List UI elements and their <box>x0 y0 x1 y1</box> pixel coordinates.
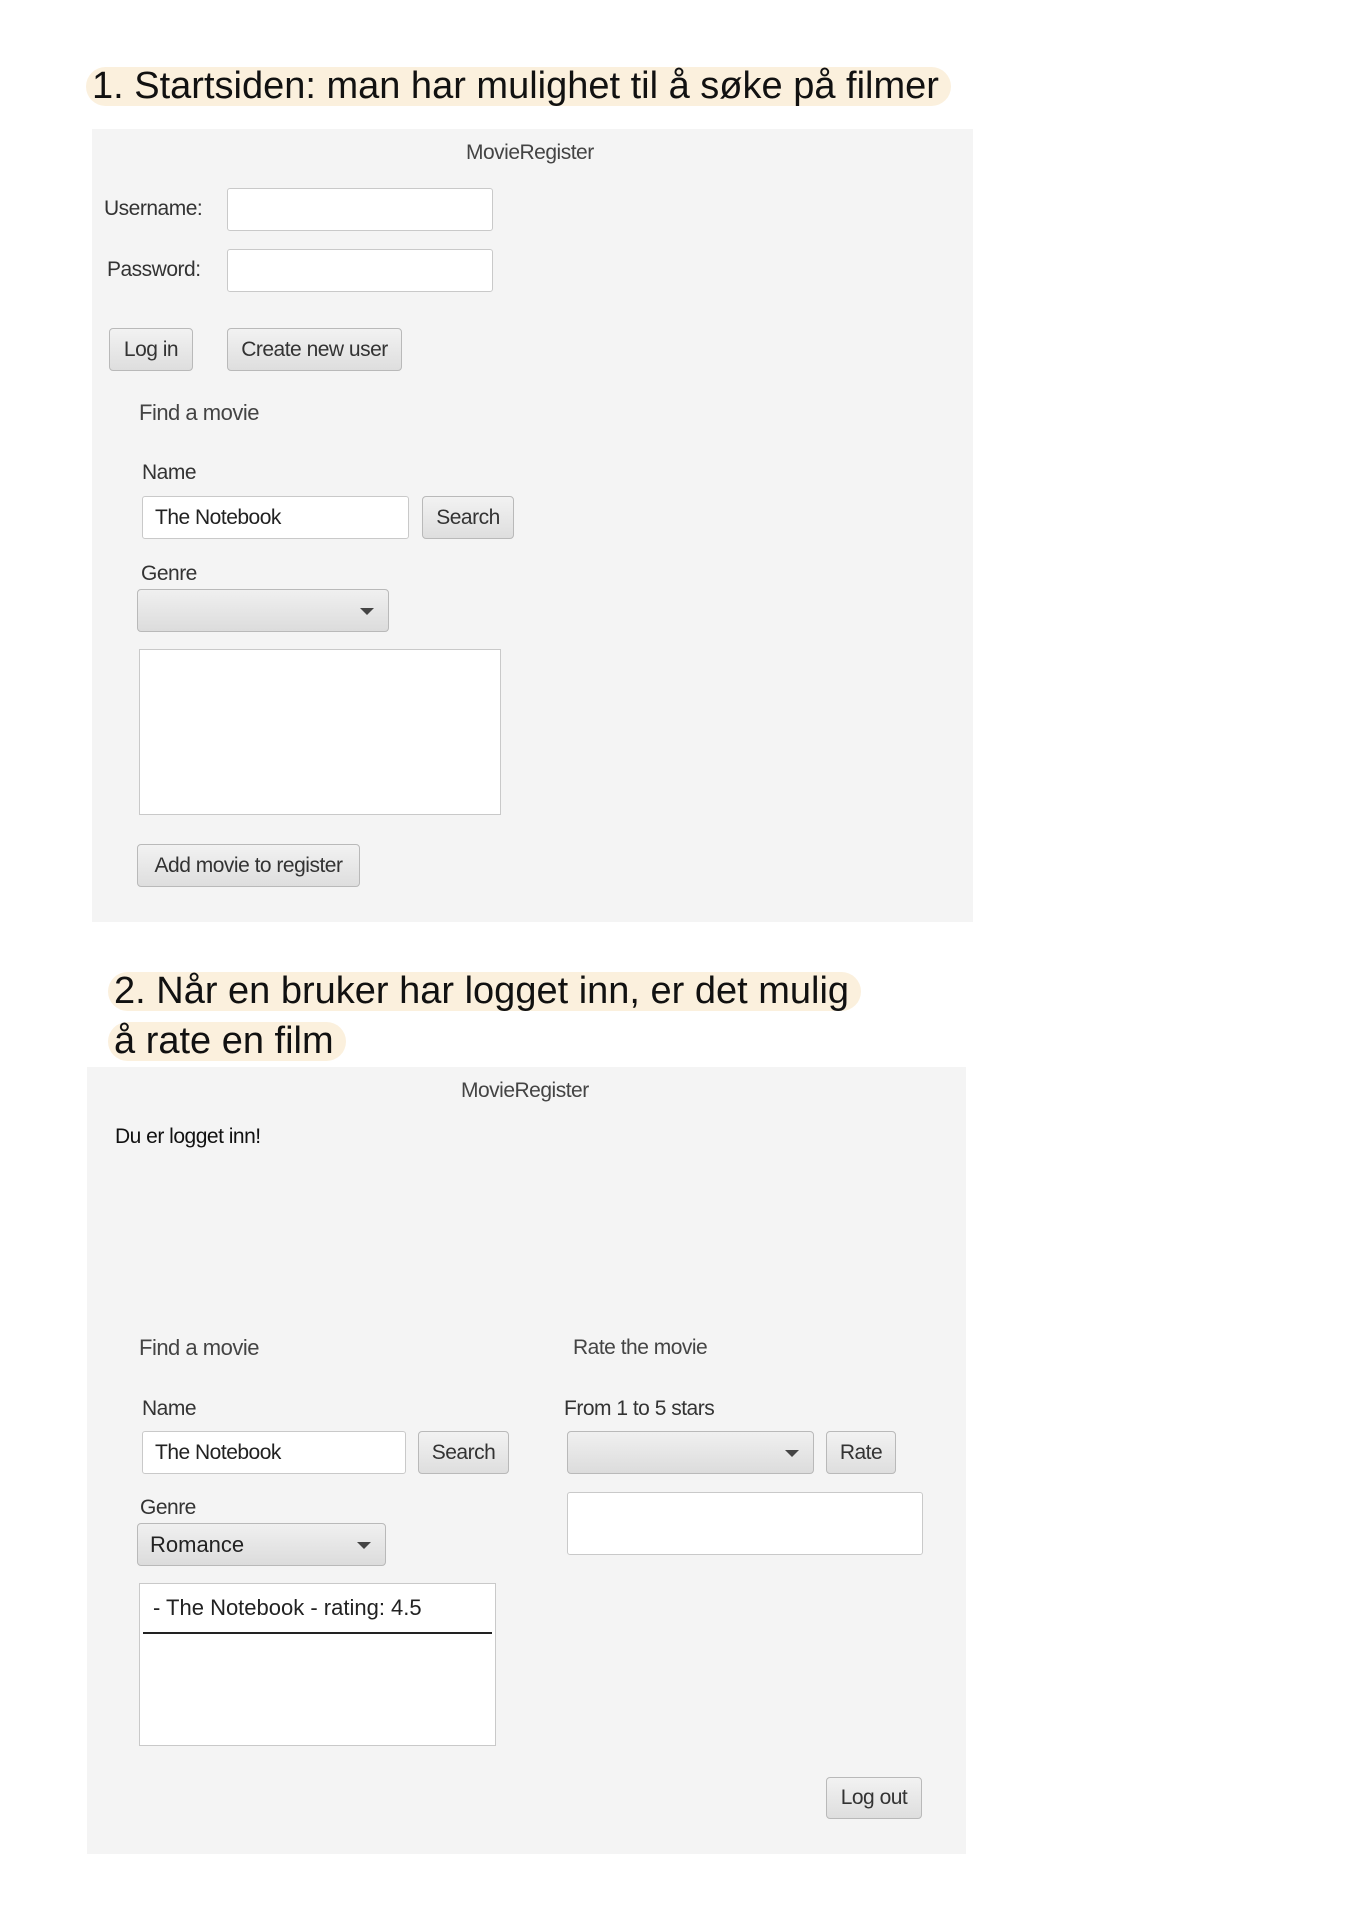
find-movie-title: Find a movie <box>139 1335 259 1360</box>
login-status-message: Du er logget inn! <box>115 1125 261 1148</box>
chevron-down-icon <box>360 607 374 615</box>
name-input[interactable]: The Notebook <box>142 1431 406 1474</box>
start-page-window: MovieRegister Username: Password: Log in… <box>92 129 973 922</box>
stars-dropdown[interactable] <box>567 1431 814 1474</box>
username-label: Username: <box>104 197 203 220</box>
stars-label: From 1 to 5 stars <box>564 1397 715 1420</box>
name-label: Name <box>142 1397 197 1420</box>
create-user-button[interactable]: Create new user <box>227 328 402 371</box>
window-title: MovieRegister <box>461 1079 589 1102</box>
genre-dropdown[interactable]: Romance <box>137 1523 386 1566</box>
name-input[interactable]: The Notebook <box>142 496 409 539</box>
results-list[interactable]: - The Notebook - rating: 4.5 <box>139 1583 496 1746</box>
chevron-down-icon <box>785 1449 799 1457</box>
section-1-heading: 1. Startsiden: man har mulighet til å sø… <box>86 67 951 106</box>
password-label: Password: <box>107 258 201 281</box>
logged-in-window: MovieRegister Du er logget inn! Find a m… <box>87 1067 966 1854</box>
search-button[interactable]: Search <box>422 496 514 539</box>
username-input[interactable] <box>227 188 493 231</box>
genre-dropdown[interactable] <box>137 589 389 632</box>
find-movie-title: Find a movie <box>139 400 259 425</box>
name-label: Name <box>142 461 197 484</box>
list-item[interactable]: - The Notebook - rating: 4.5 <box>143 1584 492 1634</box>
chevron-down-icon <box>357 1541 371 1549</box>
section-2-heading-line1: 2. Når en bruker har logget inn, er det … <box>108 972 862 1011</box>
search-button[interactable]: Search <box>418 1431 509 1474</box>
results-list[interactable] <box>139 649 501 815</box>
genre-label: Genre <box>140 1496 196 1519</box>
rate-output-field[interactable] <box>567 1492 923 1555</box>
login-button[interactable]: Log in <box>109 328 193 371</box>
rate-button[interactable]: Rate <box>826 1431 896 1474</box>
window-title: MovieRegister <box>466 141 594 164</box>
password-input[interactable] <box>227 249 493 292</box>
add-movie-button[interactable]: Add movie to register <box>137 844 360 887</box>
rate-movie-title: Rate the movie <box>573 1336 708 1359</box>
genre-label: Genre <box>141 562 197 585</box>
section-2-heading-line2: å rate en film <box>108 1022 346 1061</box>
genre-selected: Romance <box>150 1531 245 1557</box>
logout-button[interactable]: Log out <box>826 1777 922 1819</box>
